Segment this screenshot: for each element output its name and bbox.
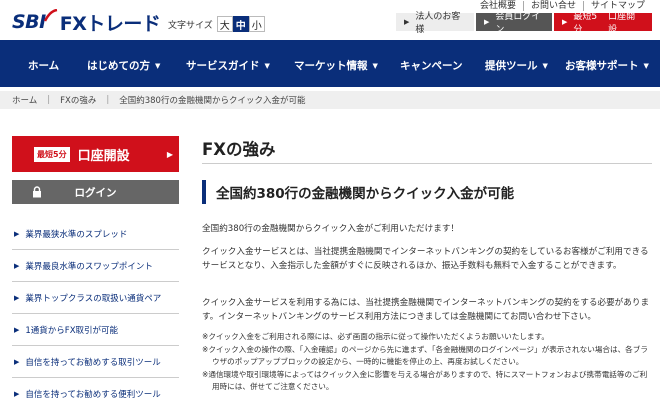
open-account-label: 口座開設 (77, 148, 130, 164)
triangle-right-icon: ▶ (14, 357, 20, 366)
corporate-button[interactable]: ▶ 法人のお客様 (396, 12, 474, 35)
logo-fx-text: FXトレード (59, 12, 161, 35)
fastest-5min-badge: 最短5分 (34, 146, 70, 162)
section-title: 全国約380行の金融機関からクイック入金が可能 (202, 180, 514, 204)
sidebar-item-currency-pairs[interactable]: ▶ 業界トップクラスの取扱い通貨ペア (12, 282, 179, 314)
sidebar-item-swap-point[interactable]: ▶ 業界最良水準のスワップポイント (12, 250, 179, 282)
chevron-down-icon: ▼ (372, 61, 378, 70)
nav-label: 提供ツール (485, 60, 538, 72)
note-item: ※クイック入金をご利用される際には、必ず画面の指示に従って操作いただくようお願い… (202, 332, 549, 341)
triangle-right-icon: ▶ (14, 389, 20, 398)
logo-swoosh-icon (43, 9, 58, 22)
nav-label: ホーム (28, 60, 60, 72)
notes: ※クイック入金をご利用される際には、必ず画面の指示に従って操作いただくようお願い… (202, 331, 654, 394)
breadcrumb-current: 全国約380行の金融機関からクイック入金が可能 (119, 96, 306, 106)
triangle-right-icon: ▶ (562, 18, 568, 26)
sidebar-item-useful-tools[interactable]: ▶ 自信を持ってお勧めする便利ツール (12, 378, 179, 401)
member-login-label: 会員ログイン (495, 12, 541, 35)
sidebar-open-account-button[interactable]: 最短5分 口座開設 ▶ (12, 136, 179, 172)
breadcrumb-separator: | (106, 95, 110, 105)
corporate-button-label: 法人のお客様 (415, 12, 461, 35)
nav-label: マーケット情報 (294, 60, 368, 72)
triangle-right-icon: ▶ (14, 229, 20, 238)
intro-paragraph: 全国約380行の金融機関からクイック入金がご利用いただけます！ (202, 224, 460, 234)
quick-deposit-requirements: クイック入金サービスを利用する為には、当社提携金融機関でインターネットバンキング… (202, 298, 650, 322)
sidebar-item-label: 自信を持ってお勧めする便利ツール (25, 389, 161, 400)
title-divider (202, 163, 652, 164)
nav-item-home[interactable]: ホーム (28, 58, 59, 73)
triangle-right-icon: ▶ (484, 18, 490, 26)
nav-label: はじめての方 (87, 60, 150, 72)
sidebar-menu: ▶ 業界最狭水準のスプレッド ▶ 業界最良水準のスワップポイント ▶ 業界トップ… (12, 218, 179, 401)
header-buttons: ▶ 法人のお客様 ▶ 会員ログイン ▶ 最短5分 口座開設 (394, 12, 652, 35)
header-open-account-button[interactable]: ▶ 最短5分 口座開設 (554, 12, 652, 35)
sidebar-item-label: 業界トップクラスの取扱い通貨ペア (25, 293, 162, 304)
note-item: ※クイック入金の操作の際、「入金確認」のページから先に進まず、「各金融機関のログ… (202, 344, 648, 367)
chevron-down-icon: ▼ (542, 61, 548, 70)
sidebar-item-spread[interactable]: ▶ 業界最狭水準のスプレッド (12, 218, 179, 250)
login-label: ログイン (74, 186, 117, 199)
font-size-small-button[interactable]: 小 (248, 16, 265, 32)
breadcrumb-separator: | (47, 95, 51, 105)
triangle-right-icon: ▶ (166, 149, 173, 159)
page-title: FXの強み (202, 140, 276, 159)
open-account-tag: 最短5分 (573, 12, 598, 35)
nav-item-service-guide[interactable]: サービスガイド ▼ (186, 58, 270, 73)
member-login-button[interactable]: ▶ 会員ログイン (476, 12, 552, 35)
breadcrumb-home-link[interactable]: ホーム (12, 94, 37, 106)
logo-sbi-text: SBI (12, 11, 46, 33)
sidebar-login-button[interactable]: ログイン (12, 180, 179, 204)
breadcrumb: ホーム | FXの強み | 全国約380行の金融機関からクイック入金が可能 (0, 91, 660, 109)
sidebar-item-label: 業界最良水準のスワップポイント (25, 261, 153, 272)
nav-item-tools[interactable]: 提供ツール ▼ (485, 58, 548, 73)
nav-item-campaign[interactable]: キャンペーン (400, 58, 462, 73)
chevron-down-icon: ▼ (264, 61, 270, 70)
font-size-label: 文字サイズ (168, 20, 213, 31)
sidebar-item-one-unit-trading[interactable]: ▶ 1通貨からFX取引が可能 (12, 314, 179, 346)
triangle-right-icon: ▶ (14, 293, 20, 302)
sidebar-item-label: 1通貨からFX取引が可能 (25, 325, 119, 336)
chevron-down-icon: ▼ (643, 61, 649, 70)
font-size-medium-button[interactable]: 中 (232, 16, 249, 32)
triangle-right-icon: ▶ (14, 261, 20, 270)
open-account-label: 口座開設 (608, 12, 636, 35)
chevron-down-icon: ▼ (155, 61, 161, 70)
main-nav: ホーム はじめての方 ▼ サービスガイド ▼ マーケット情報 ▼ キャンペーン … (0, 40, 660, 87)
triangle-right-icon: ▶ (404, 18, 410, 26)
note-item: ※通信環境や取引環境等によってはクイック入金に影響を与える場合がありますので、特… (202, 369, 648, 392)
nav-item-market-info[interactable]: マーケット情報 ▼ (294, 58, 378, 73)
nav-item-support[interactable]: お客様サポート ▼ (565, 58, 649, 73)
nav-label: お客様サポート (565, 60, 639, 72)
triangle-right-icon: ▶ (14, 325, 20, 334)
sidebar-item-label: 業界最狭水準のスプレッド (25, 229, 128, 240)
nav-item-beginners[interactable]: はじめての方 ▼ (87, 58, 160, 73)
sbi-fx-logo[interactable]: SBI FXトレード (12, 9, 161, 35)
site-header: SBI FXトレード 文字サイズ 大 中 小 会社概要 お問い合せ サイトマップ… (0, 0, 660, 40)
breadcrumb-strengths-link[interactable]: FXの強み (60, 94, 96, 106)
quick-deposit-description: クイック入金サービスとは、当社提携金融機関でインターネットバンキングの契約をして… (202, 247, 649, 271)
sidebar-item-trading-tools[interactable]: ▶ 自信を持ってお勧めする取引ツール (12, 346, 179, 378)
font-size-switcher: 文字サイズ 大 中 小 (168, 16, 265, 32)
nav-label: キャンペーン (400, 60, 463, 72)
font-size-large-button[interactable]: 大 (216, 16, 233, 32)
sidebar-item-label: 自信を持ってお勧めする取引ツール (25, 357, 161, 368)
nav-label: サービスガイド (186, 60, 260, 72)
